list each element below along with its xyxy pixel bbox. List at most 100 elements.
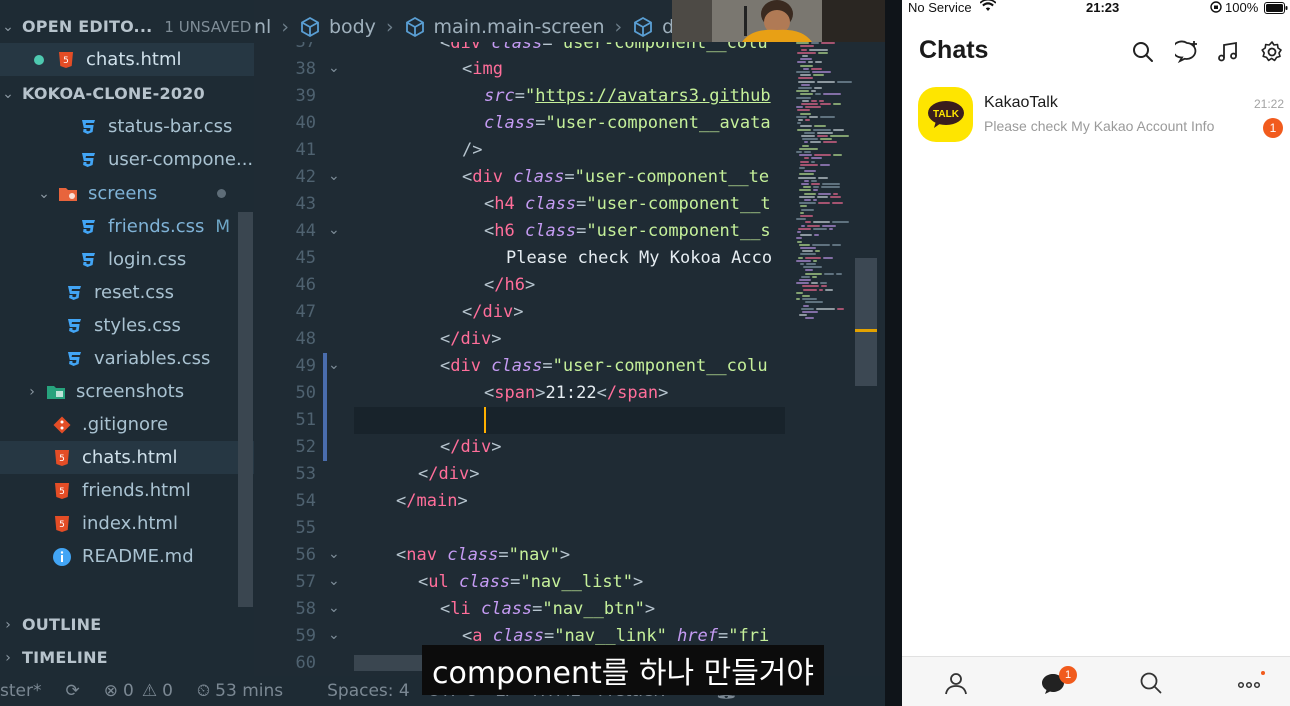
minimap-line (800, 64, 813, 67)
tree-item-readme[interactable]: README.md (0, 540, 254, 573)
indentation[interactable]: Spaces: 4 (327, 681, 410, 701)
minimap-line (820, 103, 831, 105)
minimap-line (833, 128, 844, 131)
tree-item-login-css[interactable]: login.css (0, 243, 254, 276)
minimap-line (800, 163, 818, 166)
file-name: login.css (108, 249, 187, 270)
tree-item-reset-css[interactable]: reset.css (0, 276, 254, 309)
minimap-line (798, 256, 803, 259)
settings-icon[interactable] (1260, 40, 1284, 64)
minimap-line (805, 106, 821, 109)
error-icon[interactable]: ⊗ (104, 681, 118, 701)
svg-text:5: 5 (59, 487, 65, 497)
outline-header[interactable]: › OUTLINE (0, 608, 254, 641)
minimap-line (799, 173, 814, 176)
minimap-line (813, 221, 830, 224)
tree-item-screens-folder[interactable]: ⌄ screens (0, 177, 254, 210)
minimap-line (800, 211, 804, 214)
editor-scrollbar[interactable] (855, 258, 877, 386)
tree-item-styles-css[interactable]: styles.css (0, 309, 254, 342)
minimap-line (818, 192, 831, 195)
minimap-line (811, 179, 817, 182)
fold-chevron-icon[interactable]: ⌄ (328, 168, 340, 184)
fold-chevron-icon[interactable]: ⌄ (328, 222, 340, 238)
open-editors-header[interactable]: ⌄ OPEN EDITO... 1 UNSAVED (0, 10, 254, 43)
friends-tab-icon[interactable] (943, 670, 969, 696)
fold-chevron-icon[interactable]: ⌄ (328, 357, 340, 373)
line-number: 45 (295, 248, 316, 268)
breadcrumb-item[interactable]: main.main-screen (434, 16, 605, 38)
phone-preview: No Service 21:23 100% Chats TALK KakaoTa… (902, 0, 1290, 706)
code-area[interactable]: <div class="user-component__colu <img sr… (354, 0, 785, 676)
project-header[interactable]: ⌄ KOKOA-CLONE-2020 (0, 77, 254, 110)
minimap-line (830, 135, 849, 137)
minimap-line (803, 186, 811, 189)
css-file-icon (64, 283, 84, 303)
minimap-line (801, 83, 810, 86)
scrollbar-cursor-marker (855, 329, 877, 332)
chevron-right-icon: › (281, 16, 289, 38)
sidebar-scrollbar[interactable] (238, 212, 253, 607)
html-file-icon: 5 (52, 448, 72, 468)
minimap-line (833, 154, 842, 157)
search-icon[interactable] (1131, 40, 1155, 64)
more-tab-icon[interactable] (1236, 670, 1265, 696)
breadcrumb-item[interactable]: body (329, 16, 376, 38)
minimap-line (796, 106, 803, 109)
minimap-line (833, 103, 841, 105)
chevron-down-icon: ⌄ (2, 85, 14, 102)
fold-chevron-icon[interactable]: ⌄ (328, 60, 340, 76)
tree-item-friends-css[interactable]: friends.css M (0, 210, 254, 243)
sync-icon[interactable]: ⟳ (65, 681, 79, 701)
minimap-line (805, 119, 810, 121)
chevron-right-icon: › (385, 16, 394, 38)
minimap[interactable] (794, 35, 858, 325)
tree-item-chats-html[interactable]: 5 chats.html (0, 441, 254, 474)
minimap-line (799, 279, 811, 281)
minimap-line (800, 58, 812, 61)
minimap-line (805, 317, 814, 320)
minimap-line (836, 272, 842, 275)
minimap-line (811, 67, 822, 70)
svg-text:5: 5 (59, 454, 65, 464)
folder-icon (58, 184, 78, 204)
fold-chevron-icon[interactable]: ⌄ (328, 546, 340, 562)
minimap-line (799, 314, 807, 317)
tree-item-status-bar-css[interactable]: status-bar.css (0, 110, 254, 143)
tree-item-index-html[interactable]: 5 index.html (0, 507, 254, 540)
code-line: <h4 class="user-component__t (484, 194, 771, 214)
open-file-chats[interactable]: 5 chats.html (0, 43, 254, 76)
tree-item-friends-html[interactable]: 5 friends.html (0, 474, 254, 507)
line-number: 60 (295, 653, 316, 673)
unsaved-dot-icon (34, 54, 44, 65)
code-line: <div class="user-component__te (462, 167, 770, 187)
warning-icon[interactable]: ⚠ (142, 681, 157, 701)
minimap-line (797, 109, 810, 112)
fold-chevron-icon[interactable]: ⌄ (328, 627, 340, 643)
tree-item-gitignore[interactable]: .gitignore (0, 408, 254, 441)
info-icon (52, 547, 72, 567)
timeline-header[interactable]: › TIMELINE (0, 641, 254, 674)
music-icon[interactable] (1216, 40, 1240, 64)
fold-chevron-icon[interactable]: ⌄ (328, 600, 340, 616)
minimap-line (800, 205, 807, 208)
tree-item-variables-css[interactable]: variables.css (0, 342, 254, 375)
fold-chevron-icon[interactable]: ⌄ (328, 573, 340, 589)
git-branch[interactable]: ster* (0, 681, 41, 701)
tree-item-user-component-css[interactable]: user-compone... (0, 143, 254, 176)
code-line: </div> (418, 464, 480, 484)
search-tab-icon[interactable] (1138, 670, 1164, 696)
chat-list-item[interactable]: TALK KakaoTalk Please check My Kakao Acc… (902, 84, 1290, 144)
code-line: <span>21:22</span> (484, 383, 669, 403)
html-file-icon: 5 (52, 514, 72, 534)
code-line: </h6> (484, 275, 536, 295)
minimap-line (816, 307, 835, 310)
new-chat-icon[interactable] (1171, 40, 1199, 64)
line-number: 44 (295, 221, 316, 241)
video-subtitle: component를 하나 만들거야 (422, 645, 824, 695)
breadcrumb-item[interactable]: nl (254, 16, 271, 38)
minimap-line (830, 195, 841, 198)
minimap-line (814, 154, 831, 157)
code-line: </div> (440, 437, 502, 457)
tree-item-screenshots-folder[interactable]: › screenshots (0, 375, 254, 408)
